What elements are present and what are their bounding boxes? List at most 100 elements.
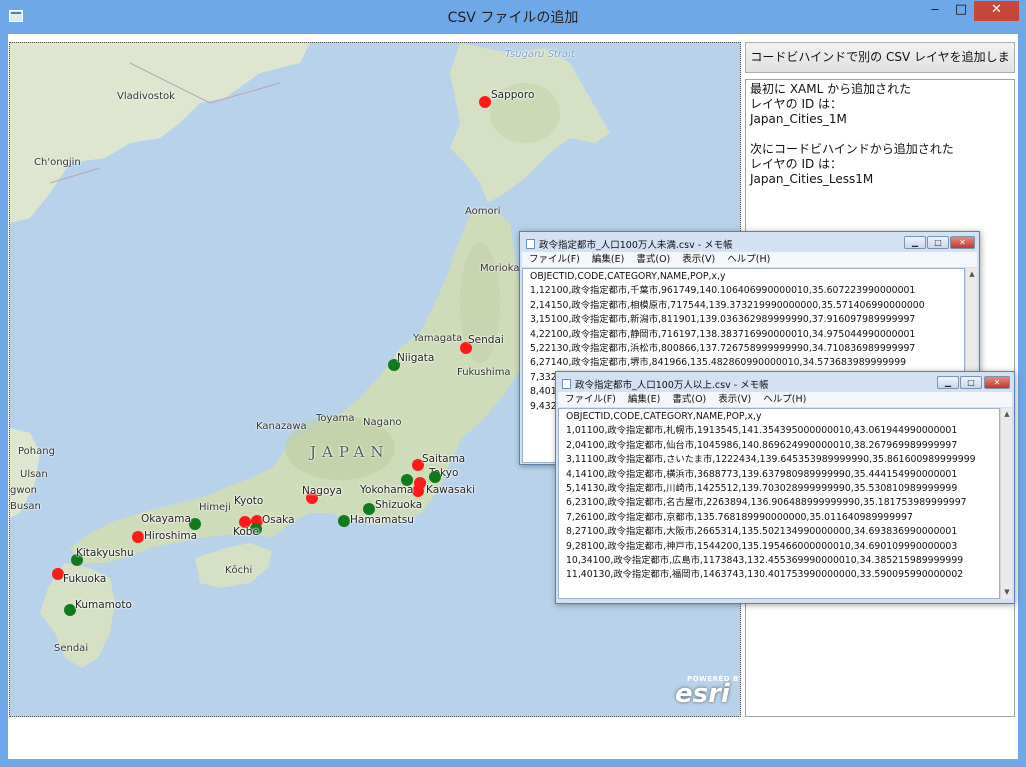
menu-edit[interactable]: 編集(E) (628, 394, 660, 405)
esri-logo: esri (675, 679, 730, 709)
text-line: 10,34100,政令指定都市,広島市,1173843,132.45536999… (566, 555, 964, 567)
city-label-kawasaki: Kawasaki (426, 484, 476, 496)
notepad-close-button[interactable]: ✕ (984, 376, 1010, 389)
close-button[interactable]: ✕ (974, 1, 1019, 21)
menu-view[interactable]: 表示(V) (682, 254, 715, 265)
menu-edit[interactable]: 編集(E) (592, 254, 624, 265)
text-line: 8,27100,政令指定都市,大阪市,2665314,135.502134990… (566, 526, 958, 538)
city-label-osaka: Osaka (262, 514, 295, 526)
label-gwon: gwon (10, 485, 37, 496)
notepad-icon (526, 239, 535, 249)
city-label-saitama: Saitama (422, 453, 466, 465)
city-label-sendai: Sendai (468, 334, 504, 346)
label-nagano: Nagano (363, 417, 402, 428)
info-line: レイヤの ID は： (750, 157, 843, 171)
text-line: 2,04100,政令指定都市,仙台市,1045986,140.869624990… (566, 439, 958, 451)
notepad-menubar: ファイル(F) 編集(E) 書式(O) 表示(V) ヘルプ(H) (522, 252, 977, 267)
label-himeji: Himeji (199, 502, 231, 513)
city-dot-kawasaki[interactable] (412, 485, 424, 497)
city-dot-chiba[interactable] (429, 471, 441, 483)
notepad-maximize-button[interactable]: □ (927, 236, 949, 249)
label-ulsan: Ulsan (20, 469, 48, 480)
text-line: 7,26100,政令指定都市,京都市,135.768189990000000,3… (566, 511, 913, 523)
city-dot-hamamatsu[interactable] (338, 515, 350, 527)
label-kochi: Kōchi (225, 565, 253, 576)
maximize-button[interactable]: □ (948, 1, 974, 21)
notepad-scrollbar[interactable]: ▲ ▼ (1000, 408, 1012, 599)
menu-format[interactable]: 書式(O) (636, 254, 670, 265)
city-label-yokohama: Yokohama (360, 484, 414, 496)
text-line: 4,14100,政令指定都市,横浜市,3688773,139.637980989… (566, 468, 958, 480)
title-bar[interactable]: CSV ファイルの追加 ‒ □ ✕ (0, 0, 1026, 34)
notepad-menubar: ファイル(F) 編集(E) 書式(O) 表示(V) ヘルプ(H) (558, 392, 1012, 407)
notepad-icon (562, 379, 571, 389)
label-morioka: Morioka (480, 263, 520, 274)
label-fukushima: Fukushima (457, 367, 511, 378)
city-label-kyoto: Kyoto (234, 495, 264, 507)
notepad-title-less1m: 政令指定都市_人口100万人未満.csv - メモ帳 (526, 237, 733, 251)
menu-help[interactable]: ヘルプ(H) (763, 394, 806, 405)
menu-file[interactable]: ファイル(F) (565, 394, 616, 405)
info-line: Japan_Cities_Less1M (750, 172, 874, 186)
city-dot-hiroshima[interactable] (132, 531, 144, 543)
text-line: 4,22100,政令指定都市,静岡市,716197,138.3837169900… (530, 328, 916, 340)
label-vladivostok: Vladivostok (117, 91, 175, 102)
text-line: 11,40130,政令指定都市,福岡市,1463743,130.40175399… (566, 569, 964, 581)
notepad-close-button[interactable]: ✕ (950, 236, 975, 249)
label-japan: JAPAN (310, 443, 390, 461)
city-label-kumamoto: Kumamoto (75, 599, 132, 611)
text-line: 1,01100,政令指定都市,札幌市,1913545,141.354395000… (566, 425, 958, 437)
add-csv-layer-button[interactable]: コードビハインドで別の CSV レイヤを追加します (745, 42, 1015, 93)
menu-view[interactable]: 表示(V) (718, 394, 751, 405)
text-line: 1,12100,政令指定都市,千葉市,961749,140.1064069900… (530, 285, 916, 297)
city-label-hiroshima: Hiroshima (144, 530, 198, 542)
attribution-powered-by: POWERED BY (687, 675, 741, 683)
text-line: OBJECTID,CODE,CATEGORY,NAME,POP,x,y (530, 271, 726, 282)
city-dot-sapporo[interactable] (479, 96, 491, 108)
label-pohang: Pohang (18, 446, 55, 457)
label-aomori: Aomori (465, 206, 501, 217)
label-kanazawa: Kanazawa (256, 421, 307, 432)
notepad-title-1m: 政令指定都市_人口100万人以上.csv - メモ帳 (562, 377, 769, 391)
notepad-minimize-button[interactable]: ▁ (904, 236, 926, 249)
scroll-up-icon[interactable]: ▲ (1002, 409, 1012, 419)
text-line: 5,14130,政令指定都市,川崎市,1425512,139.703028999… (566, 483, 958, 495)
label-busan: Busan (10, 501, 41, 512)
city-label-niigata: Niigata (397, 352, 435, 364)
label-toyama: Toyama (316, 413, 355, 424)
text-line: 2,14150,政令指定都市,相模原市,717544,139.373219990… (530, 299, 925, 311)
app-window: CSV ファイルの追加 ‒ □ ✕ Vladivostok Ch'ongjin … (0, 0, 1026, 767)
info-line: 次にコードビハインドから追加された (750, 142, 954, 156)
city-label-kobe: Kobe (233, 526, 259, 538)
text-line: 3,15100,政令指定都市,新潟市,811901,139.0363629899… (530, 314, 916, 326)
city-label-kitakyushu: Kitakyushu (76, 547, 134, 559)
window-title: CSV ファイルの追加 (447, 10, 579, 26)
city-label-sapporo: Sapporo (491, 89, 535, 101)
scroll-up-icon[interactable]: ▲ (967, 269, 977, 279)
city-label-hamamatsu: Hamamatsu (350, 514, 414, 526)
city-label-fukuoka: Fukuoka (63, 573, 107, 585)
text-line: 5,22130,政令指定都市,浜松市,800866,137.7267589999… (530, 343, 916, 355)
minimize-button[interactable]: ‒ (922, 1, 948, 21)
scroll-down-icon[interactable]: ▼ (1002, 587, 1012, 597)
text-line: OBJECTID,CODE,CATEGORY,NAME,POP,x,y (566, 411, 762, 422)
notepad-maximize-button[interactable]: □ (960, 376, 982, 389)
info-line: 最初に XAML から追加された (750, 82, 912, 96)
notepad-window-1m[interactable]: 政令指定都市_人口100万人以上.csv - メモ帳 ▁ □ ✕ ファイル(F)… (555, 371, 1015, 604)
notepad-minimize-button[interactable]: ▁ (937, 376, 959, 389)
notepad-text-area-1m[interactable]: OBJECTID,CODE,CATEGORY,NAME,POP,x,y 1,01… (558, 408, 1000, 599)
text-line: 6,27140,政令指定都市,堺市,841966,135.48286099000… (530, 357, 907, 369)
menu-file[interactable]: ファイル(F) (529, 254, 580, 265)
label-chongjin: Ch'ongjin (34, 157, 81, 168)
text-line: 6,23100,政令指定都市,名古屋市,2263894,136.90648899… (566, 497, 967, 509)
label-sendai-kyushu: Sendai (54, 643, 89, 654)
info-line: レイヤの ID は： (750, 97, 843, 111)
menu-help[interactable]: ヘルプ(H) (727, 254, 770, 265)
city-label-nagoya: Nagoya (302, 485, 343, 497)
menu-format[interactable]: 書式(O) (672, 394, 706, 405)
info-line: Japan_Cities_1M (750, 112, 847, 126)
label-yamagata: Yamagata (413, 333, 463, 344)
text-line: 9,28100,政令指定都市,神戸市,1544200,135.195466000… (566, 540, 958, 552)
esri-attribution[interactable]: POWERED BY esri (675, 675, 740, 709)
label-sea: Tsugaru Strait (505, 49, 575, 60)
